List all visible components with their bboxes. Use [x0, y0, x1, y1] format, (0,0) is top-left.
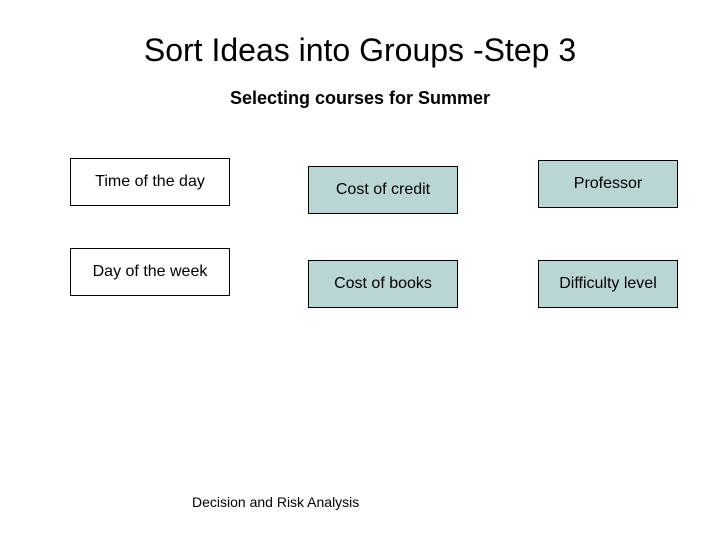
box-difficulty-level: Difficulty level [538, 260, 678, 308]
slide-title: Sort Ideas into Groups -Step 3 [0, 32, 720, 69]
box-label: Difficulty level [559, 275, 657, 293]
box-label: Cost of books [334, 275, 432, 293]
footer-text: Decision and Risk Analysis [192, 494, 359, 510]
box-cost-of-books: Cost of books [308, 260, 458, 308]
box-day-of-week: Day of the week [70, 248, 230, 296]
box-label: Time of the day [95, 173, 205, 191]
box-professor: Professor [538, 160, 678, 208]
box-label: Cost of credit [336, 181, 430, 199]
slide: Sort Ideas into Groups -Step 3 Selecting… [0, 0, 720, 540]
box-time-of-day: Time of the day [70, 158, 230, 206]
box-cost-of-credit: Cost of credit [308, 166, 458, 214]
box-label: Professor [574, 175, 642, 193]
box-label: Day of the week [93, 263, 208, 281]
slide-subtitle: Selecting courses for Summer [0, 88, 720, 109]
